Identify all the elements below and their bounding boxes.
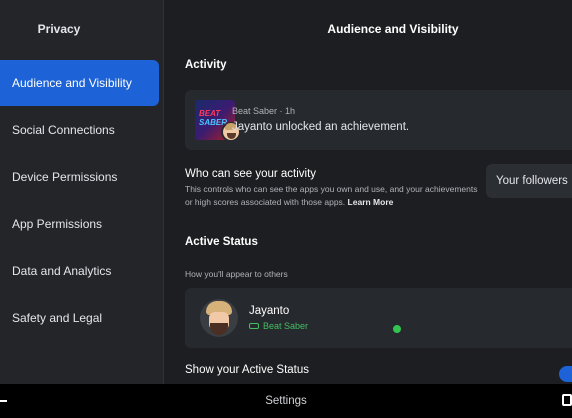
activity-preview-card: BEAT SABER: [185, 90, 572, 150]
privacy-sidebar: Privacy Audience and Visibility Social C…: [0, 0, 164, 384]
status-game-label: Beat Saber: [263, 321, 309, 331]
active-status-hint: How you'll appear to others: [185, 269, 288, 279]
page-title: Audience and Visibility: [327, 22, 459, 36]
sidebar-item-app-permissions[interactable]: App Permissions: [0, 201, 159, 247]
sidebar-title: Privacy: [37, 22, 81, 36]
sidebar-item-audience-visibility[interactable]: Audience and Visibility: [0, 60, 159, 106]
sidebar-item-device-permissions[interactable]: Device Permissions: [0, 154, 159, 200]
active-status-toggle[interactable]: [559, 366, 572, 382]
activity-text: Jayanto unlocked an achievement.: [232, 121, 410, 133]
settings-window-title: Settings: [265, 395, 307, 407]
window-icon[interactable]: [562, 394, 572, 406]
user-avatar: [200, 299, 238, 337]
activity-section-title: Activity: [185, 59, 227, 71]
who-can-see-description: This controls who can see the apps you o…: [185, 183, 485, 209]
show-active-status-title: Show your Active Status: [185, 364, 310, 376]
status-user-name: Jayanto: [249, 305, 290, 317]
bottom-bar: Settings: [0, 384, 572, 418]
online-status-dot: [391, 323, 403, 335]
audience-dropdown[interactable]: Your followers: [486, 164, 572, 198]
status-game: Beat Saber: [249, 321, 308, 331]
sidebar-item-data-analytics[interactable]: Data and Analytics: [0, 248, 159, 294]
who-can-see-title: Who can see your activity: [185, 168, 317, 180]
sidebar-item-safety-legal[interactable]: Safety and Legal: [0, 295, 159, 341]
activity-meta: Beat Saber · 1h: [232, 106, 296, 116]
who-can-see-description-text: This controls who can see the apps you o…: [185, 184, 478, 207]
game-logo-line1: BEAT: [199, 109, 221, 118]
sidebar-item-social-connections[interactable]: Social Connections: [0, 107, 159, 153]
learn-more-link[interactable]: Learn More: [348, 197, 394, 207]
active-status-preview-card: [185, 288, 572, 348]
vr-headset-icon: [249, 323, 259, 329]
settings-main-panel: Audience and Visibility Activity BEAT SA…: [165, 0, 572, 384]
active-status-section-title: Active Status: [185, 236, 258, 248]
